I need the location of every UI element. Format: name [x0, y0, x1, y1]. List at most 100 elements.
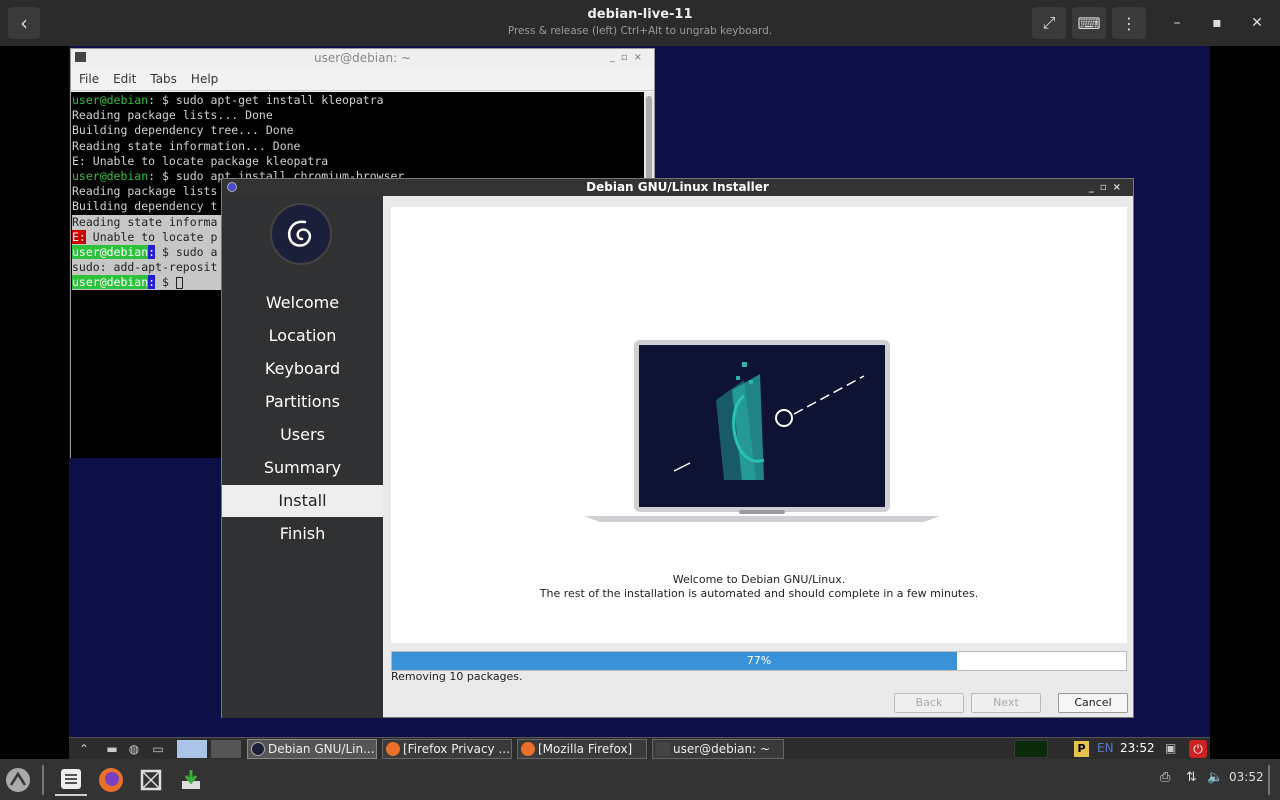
- menu-button[interactable]: ⋮: [1112, 7, 1146, 39]
- network-transfer-icon[interactable]: ⇅: [1186, 770, 1197, 785]
- indicator-p[interactable]: P: [1074, 741, 1089, 757]
- terminal-line: E: Unable to locate package kleopatra: [72, 153, 329, 168]
- terminal-line: Reading state information... Done: [72, 138, 301, 153]
- show-desktop-icon[interactable]: ▬: [103, 740, 121, 758]
- debian-logo: [270, 203, 332, 265]
- installer-titlebar[interactable]: Debian GNU/Linux Installer _▫×: [222, 179, 1133, 196]
- menu-file[interactable]: File: [79, 72, 99, 86]
- install-progress-bar: 77%: [391, 651, 1127, 671]
- installer-title: Debian GNU/Linux Installer: [586, 180, 769, 194]
- terminal-line: Reading state informa: [72, 214, 221, 230]
- debian-icon: [227, 182, 237, 192]
- next-button[interactable]: Next: [971, 693, 1041, 713]
- step-users: Users: [280, 425, 325, 444]
- cancel-button[interactable]: Cancel: [1058, 693, 1128, 713]
- terminal-menubar: File Edit Tabs Help: [71, 67, 654, 91]
- power-icon[interactable]: ⏻: [1189, 740, 1207, 758]
- fullscreen-button[interactable]: ⤢: [1032, 7, 1066, 39]
- vm-clock[interactable]: 23:52: [1120, 741, 1155, 755]
- task-terminal[interactable]: user@debian: ~: [652, 739, 784, 759]
- expand-icon: ⤢: [1042, 13, 1056, 32]
- terminal-window-buttons[interactable]: _▫×: [610, 49, 648, 67]
- terminal-title: user@debian: ~: [314, 51, 411, 65]
- terminal-icon: [75, 52, 86, 62]
- terminal-line: Building dependency tree... Done: [72, 123, 294, 138]
- firefox-icon: [386, 742, 400, 756]
- laptop-illustration: [584, 340, 940, 522]
- terminal-line: Reading package lists... Done: [72, 108, 273, 123]
- step-finish: Finish: [279, 524, 326, 543]
- download-app-icon[interactable]: [175, 764, 207, 796]
- separator: [1268, 765, 1270, 795]
- terminal-cursor: [175, 276, 183, 289]
- step-keyboard: Keyboard: [264, 359, 341, 378]
- keyboard-button[interactable]: ⌨: [1072, 7, 1106, 39]
- menu-edit[interactable]: Edit: [113, 72, 136, 86]
- terminal-titlebar[interactable]: user@debian: ~ _▫×: [71, 49, 654, 67]
- vm-taskbar: ⌃ ▬ ◍ ▭ Debian GNU/Lin... [Firefox Priva…: [69, 737, 1210, 759]
- browser-icon[interactable]: ◍: [125, 740, 143, 758]
- vm-letterbox-right: [1210, 46, 1280, 759]
- firefox-icon[interactable]: [95, 764, 127, 796]
- menu-help[interactable]: Help: [191, 72, 218, 86]
- install-status: Removing 10 packages.: [391, 670, 523, 683]
- terminal-line: E: Unable to locate p: [72, 229, 221, 245]
- step-welcome: Welcome: [265, 293, 340, 312]
- scrollbar-thumb[interactable]: [646, 96, 652, 182]
- file-manager-icon[interactable]: ▭: [149, 740, 167, 758]
- app-menu-icon[interactable]: ⌃: [75, 740, 93, 758]
- vm-letterbox-left: [0, 46, 69, 759]
- task-label: [Firefox Privacy ...: [403, 742, 510, 756]
- task-mozilla-firefox[interactable]: [Mozilla Firefox]: [517, 739, 647, 759]
- task-installer[interactable]: Debian GNU/Lin...: [247, 739, 377, 759]
- terminal-icon: [656, 742, 670, 756]
- network-icon[interactable]: ▣: [1165, 741, 1176, 755]
- volume-icon[interactable]: 🔈: [1207, 770, 1223, 785]
- task-label: Debian GNU/Lin...: [268, 742, 375, 756]
- installer-window-buttons[interactable]: _▫×: [1089, 179, 1127, 196]
- task-label: [Mozilla Firefox]: [538, 742, 633, 756]
- step-partitions: Partitions: [264, 392, 340, 411]
- welcome-message: Welcome to Debian GNU/Linux. The rest of…: [391, 573, 1127, 601]
- keyboard-layout[interactable]: EN: [1097, 741, 1114, 755]
- step-location: Location: [268, 326, 337, 345]
- workspace-2[interactable]: [211, 740, 241, 758]
- printer-icon[interactable]: ⎙: [1160, 770, 1170, 785]
- installer-window[interactable]: Debian GNU/Linux Installer _▫× Welcome L…: [221, 178, 1134, 718]
- close-button[interactable]: ✕: [1245, 12, 1269, 34]
- files-app-icon[interactable]: [55, 764, 87, 796]
- maximize-icon: ▪: [1212, 15, 1222, 31]
- menu-tabs[interactable]: Tabs: [150, 72, 177, 86]
- host-taskbar: ⎙ ⇅ 🔈 03:52: [0, 759, 1280, 800]
- debian-swirl-icon: [288, 220, 312, 247]
- step-install: Install: [222, 485, 383, 517]
- minimize-button[interactable]: –: [1165, 12, 1189, 34]
- launcher-icon[interactable]: [2, 764, 34, 796]
- welcome-line-2: The rest of the installation is automate…: [539, 587, 979, 600]
- maximize-button[interactable]: ▪: [1205, 12, 1229, 34]
- kebab-menu-icon: ⋮: [1121, 13, 1137, 33]
- installer-sidebar: Welcome Location Keyboard Partitions Use…: [222, 196, 383, 718]
- terminal-line: user@debian: $ sudo apt-get install kleo…: [72, 93, 384, 107]
- workspace-1[interactable]: [177, 740, 207, 758]
- debian-icon: [251, 742, 265, 756]
- cpu-graph: [1014, 740, 1048, 758]
- keyboard-icon: ⌨: [1077, 13, 1101, 33]
- terminal-line: user@debian: $: [72, 275, 221, 291]
- welcome-line-1: Welcome to Debian GNU/Linux.: [672, 573, 846, 586]
- minimize-icon: –: [1173, 15, 1181, 31]
- viewer-titlebar: ‹ debian-live-11 Press & release (left) …: [0, 0, 1280, 46]
- task-label: user@debian: ~: [673, 742, 770, 756]
- virtual-machine-icon[interactable]: [135, 764, 167, 796]
- terminal-line: user@debian: $ sudo a: [72, 244, 221, 261]
- step-summary: Summary: [263, 458, 342, 477]
- back-button[interactable]: Back: [894, 693, 964, 713]
- separator: [42, 765, 44, 795]
- close-icon: ✕: [1251, 15, 1263, 31]
- terminal-line: sudo: add-apt-reposit: [72, 260, 221, 276]
- firefox-icon: [521, 742, 535, 756]
- host-clock[interactable]: 03:52: [1229, 770, 1264, 784]
- task-firefox-privacy[interactable]: [Firefox Privacy ...: [382, 739, 512, 759]
- progress-percentage: 77%: [746, 654, 772, 667]
- installer-slideshow: Welcome to Debian GNU/Linux. The rest of…: [391, 207, 1127, 643]
